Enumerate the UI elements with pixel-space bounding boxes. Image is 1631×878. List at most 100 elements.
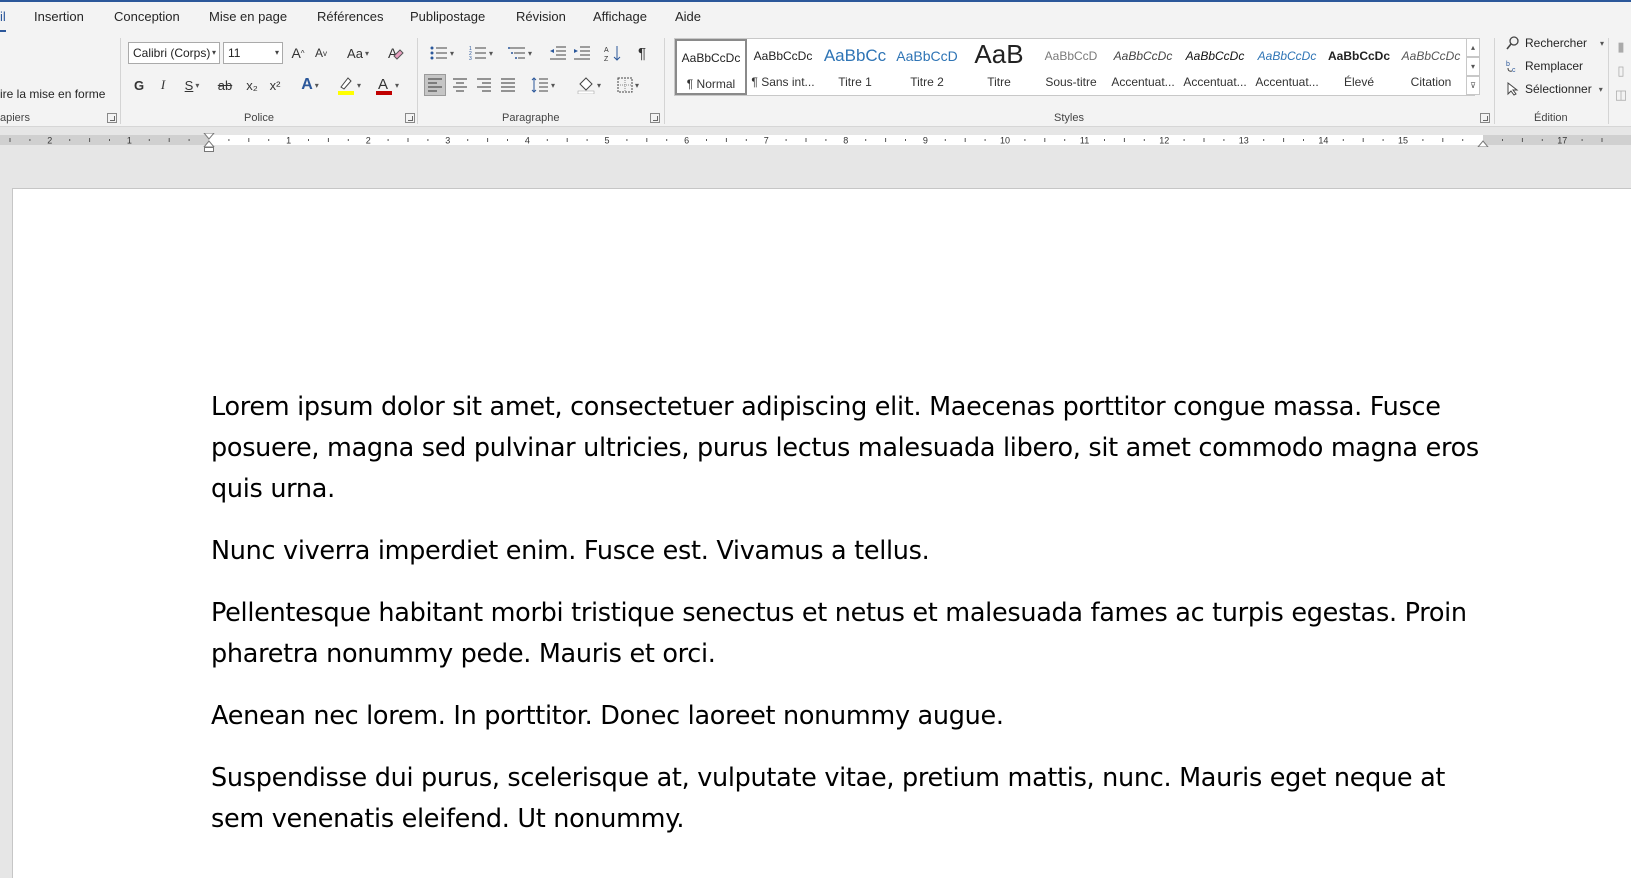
ruler-number: 17 — [1557, 136, 1567, 146]
gallery-scroll-up-icon[interactable]: ▴ — [1466, 38, 1480, 57]
ruler-number: 11 — [1080, 136, 1089, 146]
font-size-combo[interactable]: 11 ▾ — [223, 42, 283, 64]
clipboard-group-label: apiers — [0, 112, 30, 124]
paragraph[interactable]: Aenean nec lorem. In porttitor. Donec la… — [211, 696, 1501, 737]
paragraph-group-label: Paragraphe — [502, 112, 560, 124]
clear-formatting-icon[interactable]: A — [386, 42, 406, 64]
dictate-icon[interactable]: ▮ — [1614, 36, 1628, 58]
style-sous-titre[interactable]: AaBbCcD Sous-titre — [1035, 39, 1107, 95]
ruler-number: 8 — [843, 136, 848, 146]
highlighter-icon — [337, 77, 354, 95]
tab-aide[interactable]: Aide — [675, 9, 701, 24]
document-body[interactable]: Lorem ipsum dolor sit amet, consectetuer… — [211, 387, 1501, 861]
style-normal[interactable]: AaBbCcDc ¶ Normal — [675, 39, 747, 95]
sort-button[interactable]: AZ — [603, 42, 623, 64]
grow-font-button[interactable]: A ^ — [289, 42, 307, 64]
text-effects-button[interactable]: A ▾ — [296, 74, 324, 96]
tab-mise-en-page[interactable]: Mise en page — [209, 9, 287, 24]
show-formatting-button[interactable]: ¶ — [634, 42, 650, 64]
style-sans-interligne[interactable]: AaBbCcDc ¶ Sans int... — [747, 39, 819, 95]
format-painter-button[interactable]: ire la mise en forme — [0, 87, 105, 101]
bullets-button[interactable]: ▾ — [426, 42, 458, 64]
svg-text:A: A — [604, 47, 609, 54]
editing-group-label: Édition — [1534, 112, 1568, 124]
italic-button[interactable]: I — [155, 74, 171, 96]
shrink-font-button[interactable]: Av — [312, 42, 330, 64]
style-accentuation-legere[interactable]: AaBbCcDc Accentuat... — [1107, 39, 1179, 95]
search-icon — [1506, 36, 1519, 50]
paragraph[interactable]: Suspendisse dui purus, scelerisque at, v… — [211, 758, 1501, 840]
bold-button[interactable]: G — [131, 74, 147, 96]
change-case-button[interactable]: Aa ▾ — [343, 42, 373, 64]
numbered-list-icon: 123 — [469, 46, 486, 61]
line-spacing-button[interactable]: ▾ — [527, 74, 559, 96]
multilevel-list-button[interactable]: ▾ — [504, 42, 536, 64]
paragraph-launcher-icon[interactable] — [650, 113, 660, 123]
borders-button[interactable]: ▾ — [612, 74, 644, 96]
bullet-list-icon — [430, 46, 447, 60]
svg-text:A: A — [378, 76, 388, 93]
tab-revision[interactable]: Révision — [516, 9, 566, 24]
addin-icon[interactable]: ◫ — [1614, 84, 1628, 106]
style-titre[interactable]: AaB Titre — [963, 39, 1035, 95]
align-right-button[interactable] — [474, 74, 494, 96]
indent-icon — [574, 46, 590, 60]
font-launcher-icon[interactable] — [405, 113, 415, 123]
numbering-button[interactable]: 1 2 3 ▾ — [465, 42, 497, 64]
editor-icon[interactable]: ▯ — [1614, 60, 1628, 82]
replace-icon: bc — [1506, 61, 1516, 73]
paragraph[interactable]: Nunc viverra imperdiet enim. Fusce est. … — [211, 531, 1501, 572]
justify-button[interactable] — [498, 74, 518, 96]
strikethrough-button[interactable]: ab — [215, 74, 235, 96]
increase-indent-button[interactable] — [572, 42, 592, 64]
text-effects-icon: A — [301, 76, 313, 93]
superscript-button[interactable]: x² — [266, 74, 284, 96]
font-color-button[interactable]: A ▾ — [372, 74, 402, 96]
style-eleve[interactable]: AaBbCcDc Élevé — [1323, 39, 1395, 95]
separator — [664, 38, 665, 124]
style-titre-1[interactable]: AaBbCc Titre 1 — [819, 39, 891, 95]
tab-affichage[interactable]: Affichage — [593, 9, 647, 24]
styles-gallery: AaBbCcDc ¶ Normal AaBbCcDc ¶ Sans int...… — [674, 38, 1475, 96]
replace-button[interactable]: bc Remplacer — [1506, 59, 1583, 73]
highlight-button[interactable]: ▾ — [334, 74, 364, 96]
underline-button[interactable]: S ▾ — [178, 74, 206, 96]
align-left-icon — [428, 78, 442, 92]
align-center-icon — [453, 78, 467, 92]
decrease-indent-button[interactable] — [548, 42, 568, 64]
paragraph[interactable]: Pellentesque habitant morbi tristique se… — [211, 593, 1501, 675]
subscript-button[interactable]: x₂ — [243, 74, 261, 96]
ruler-number: 2 — [47, 136, 52, 146]
font-name-combo[interactable]: Calibri (Corps) ▾ — [128, 42, 220, 64]
ruler-number: 1 — [127, 136, 132, 146]
align-center-button[interactable] — [450, 74, 470, 96]
ruler-number: 12 — [1159, 136, 1169, 146]
horizontal-ruler[interactable]: 2 1 1 2 3 4 5 6 7 8 9 10 11 12 13 14 15 17 — [0, 133, 1631, 147]
shading-button[interactable]: ▾ — [573, 74, 605, 96]
styles-launcher-icon[interactable] — [1480, 113, 1490, 123]
svg-text:c: c — [1512, 67, 1516, 73]
tab-publipostage[interactable]: Publipostage — [410, 9, 485, 24]
separator — [1494, 38, 1495, 124]
ruler-number: 5 — [604, 136, 609, 146]
tab-references[interactable]: Références — [317, 9, 383, 24]
find-button[interactable]: Rechercher ▾ — [1506, 36, 1604, 50]
style-citation[interactable]: AaBbCcDc Citation — [1395, 39, 1467, 95]
style-accentuation-intense[interactable]: AaBbCcDc Accentuat... — [1251, 39, 1323, 95]
paragraph[interactable]: Lorem ipsum dolor sit amet, consectetuer… — [211, 387, 1501, 510]
style-accentuation[interactable]: AaBbCcDc Accentuat... — [1179, 39, 1251, 95]
clipboard-launcher-icon[interactable] — [107, 113, 117, 123]
tab-insertion[interactable]: Insertion — [34, 9, 84, 24]
gallery-more-icon[interactable]: ⊽ — [1466, 76, 1480, 95]
gallery-scroll-down-icon[interactable]: ▾ — [1466, 57, 1480, 76]
ruler-number: 14 — [1318, 136, 1328, 146]
align-left-button[interactable] — [424, 74, 446, 96]
select-button[interactable]: Sélectionner ▾ — [1506, 82, 1603, 96]
tab-accueil[interactable]: il — [0, 9, 6, 32]
separator — [417, 38, 418, 124]
style-titre-2[interactable]: AaBbCcD Titre 2 — [891, 39, 963, 95]
tab-conception[interactable]: Conception — [114, 9, 180, 24]
ruler-number: 13 — [1239, 136, 1249, 146]
ruler-number: 10 — [1000, 136, 1010, 146]
left-indent-marker[interactable] — [204, 147, 214, 152]
